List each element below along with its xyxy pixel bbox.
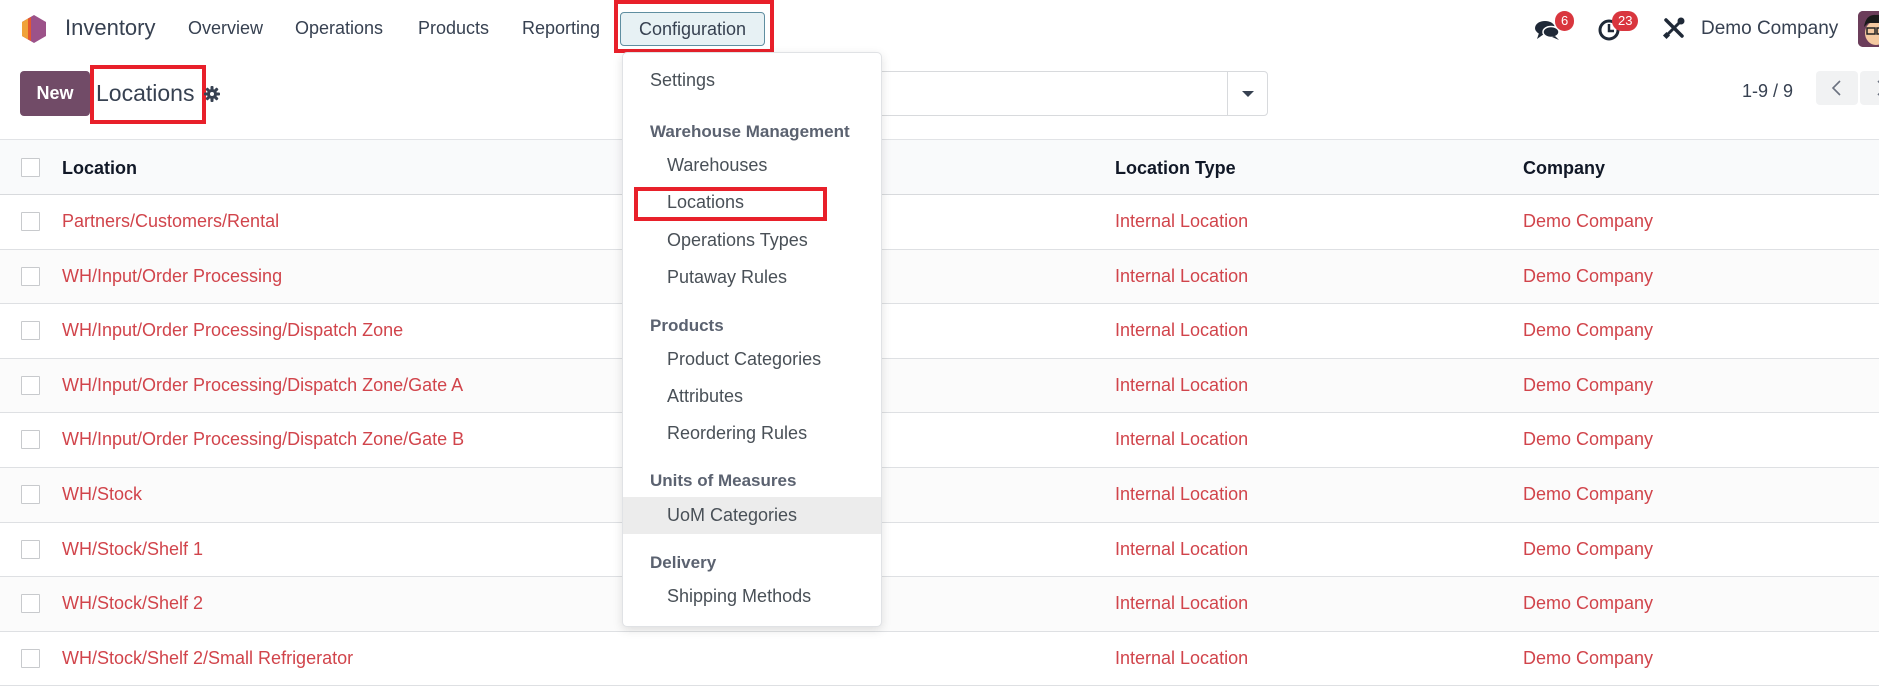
cell-location[interactable]: WH/Input/Order Processing/Dispatch Zone/… [62, 429, 464, 450]
column-header-company[interactable]: Company [1523, 158, 1605, 179]
nav-configuration[interactable]: Configuration [620, 12, 765, 46]
menu-item-operations-types[interactable]: Operations Types [623, 223, 881, 257]
pager-previous-button[interactable] [1816, 71, 1858, 105]
menu-section-products: Products [650, 316, 724, 335]
cell-location-type[interactable]: Internal Location [1115, 484, 1248, 505]
chevron-left-icon [1831, 80, 1841, 96]
cell-company[interactable]: Demo Company [1523, 484, 1653, 505]
cell-location-type[interactable]: Internal Location [1115, 320, 1248, 341]
odoo-inventory-logo-icon[interactable] [20, 14, 48, 44]
top-navbar: Inventory Overview Operations Products R… [0, 0, 1879, 56]
menu-item-product-categories[interactable]: Product Categories [623, 342, 881, 376]
nav-overview[interactable]: Overview [188, 18, 263, 39]
row-checkbox[interactable] [21, 539, 40, 559]
cell-location[interactable]: WH/Stock/Shelf 1 [62, 539, 203, 560]
locations-table: Location Location Type Company Partners/… [0, 139, 1879, 687]
menu-item-warehouses[interactable]: Warehouses [623, 148, 881, 182]
menu-item-putaway-rules[interactable]: Putaway Rules [623, 260, 881, 294]
cell-location[interactable]: WH/Stock/Shelf 2/Small Refrigerator [62, 648, 353, 669]
caret-down-icon [1242, 91, 1254, 97]
column-header-location-type[interactable]: Location Type [1115, 158, 1236, 179]
table-row[interactable]: WH/Stock/Shelf 1 Internal Location Demo … [0, 522, 1879, 578]
table-row[interactable]: WH/Input/Order Processing/Dispatch Zone/… [0, 358, 1879, 414]
table-row[interactable]: WH/Stock Internal Location Demo Company [0, 467, 1879, 523]
row-checkbox[interactable] [21, 266, 40, 286]
user-avatar-icon[interactable] [1858, 11, 1879, 47]
company-switcher[interactable]: Demo Company [1701, 18, 1838, 40]
cell-company[interactable]: Demo Company [1523, 593, 1653, 614]
cell-company[interactable]: Demo Company [1523, 211, 1653, 232]
cell-location-type[interactable]: Internal Location [1115, 593, 1248, 614]
table-body: Partners/Customers/Rental Internal Locat… [0, 195, 1879, 687]
nav-reporting[interactable]: Reporting [522, 18, 600, 39]
messages-badge: 6 [1555, 11, 1575, 31]
table-row[interactable]: WH/Input/Order Processing Internal Locat… [0, 249, 1879, 305]
cell-location-type[interactable]: Internal Location [1115, 211, 1248, 232]
menu-item-reordering-rules[interactable]: Reordering Rules [623, 416, 881, 450]
cell-company[interactable]: Demo Company [1523, 429, 1653, 450]
menu-section-delivery: Delivery [650, 553, 717, 572]
search-options-toggle[interactable] [1227, 72, 1267, 115]
menu-item-shipping-methods[interactable]: Shipping Methods [623, 579, 881, 613]
tools-icon[interactable] [1660, 14, 1688, 42]
cell-location[interactable]: WH/Input/Order Processing/Dispatch Zone/… [62, 375, 463, 396]
row-checkbox[interactable] [21, 375, 40, 395]
cell-location-type[interactable]: Internal Location [1115, 539, 1248, 560]
chevron-right-icon [1877, 80, 1879, 96]
table-header: Location Location Type Company [0, 139, 1879, 195]
page-title[interactable]: Locations [96, 80, 194, 107]
pager-next-button[interactable] [1860, 71, 1879, 105]
cell-location-type[interactable]: Internal Location [1115, 375, 1248, 396]
menu-item-settings[interactable]: Settings [623, 63, 881, 97]
cell-location-type[interactable]: Internal Location [1115, 429, 1248, 450]
nav-products[interactable]: Products [418, 18, 489, 39]
app-name[interactable]: Inventory [65, 15, 156, 41]
menu-section-units-of-measures: Units of Measures [650, 471, 797, 490]
pager-value[interactable]: 1-9 / 9 [1742, 81, 1793, 102]
row-checkbox[interactable] [21, 594, 40, 614]
menu-item-uom-categories[interactable]: UoM Categories [623, 497, 881, 534]
row-checkbox[interactable] [21, 321, 40, 341]
table-row[interactable]: WH/Stock/Shelf 2 Internal Location Demo … [0, 577, 1879, 632]
nav-operations[interactable]: Operations [295, 18, 383, 39]
cell-location[interactable]: WH/Input/Order Processing [62, 266, 282, 287]
cell-company[interactable]: Demo Company [1523, 266, 1653, 287]
activities-badge: 23 [1612, 11, 1639, 31]
select-all-checkbox[interactable] [21, 158, 40, 177]
column-header-location[interactable]: Location [62, 158, 137, 179]
row-checkbox[interactable] [21, 648, 40, 668]
cell-location-type[interactable]: Internal Location [1115, 648, 1248, 669]
cell-company[interactable]: Demo Company [1523, 539, 1653, 560]
row-checkbox[interactable] [21, 484, 40, 504]
cell-company[interactable]: Demo Company [1523, 648, 1653, 669]
table-row[interactable]: Partners/Customers/Rental Internal Locat… [0, 195, 1879, 250]
gear-icon[interactable] [204, 86, 220, 102]
configuration-dropdown-menu: Settings Warehouse Management Warehouses… [622, 52, 882, 627]
cell-location[interactable]: WH/Input/Order Processing/Dispatch Zone [62, 320, 403, 341]
cell-location[interactable]: WH/Stock/Shelf 2 [62, 593, 203, 614]
cell-location[interactable]: Partners/Customers/Rental [62, 211, 279, 232]
row-checkbox[interactable] [21, 430, 40, 450]
cell-company[interactable]: Demo Company [1523, 375, 1653, 396]
table-row[interactable]: WH/Input/Order Processing/Dispatch Zone/… [0, 413, 1879, 468]
cell-location[interactable]: WH/Stock [62, 484, 142, 505]
table-row[interactable]: WH/Input/Order Processing/Dispatch Zone … [0, 304, 1879, 359]
menu-item-locations[interactable]: Locations [623, 185, 881, 219]
cell-company[interactable]: Demo Company [1523, 320, 1653, 341]
table-row[interactable]: WH/Stock/Shelf 2/Small Refrigerator Inte… [0, 631, 1879, 687]
new-button[interactable]: New [20, 71, 90, 116]
row-checkbox[interactable] [21, 212, 40, 231]
cell-location-type[interactable]: Internal Location [1115, 266, 1248, 287]
menu-section-warehouse-management: Warehouse Management [650, 122, 850, 141]
menu-item-attributes[interactable]: Attributes [623, 379, 881, 413]
